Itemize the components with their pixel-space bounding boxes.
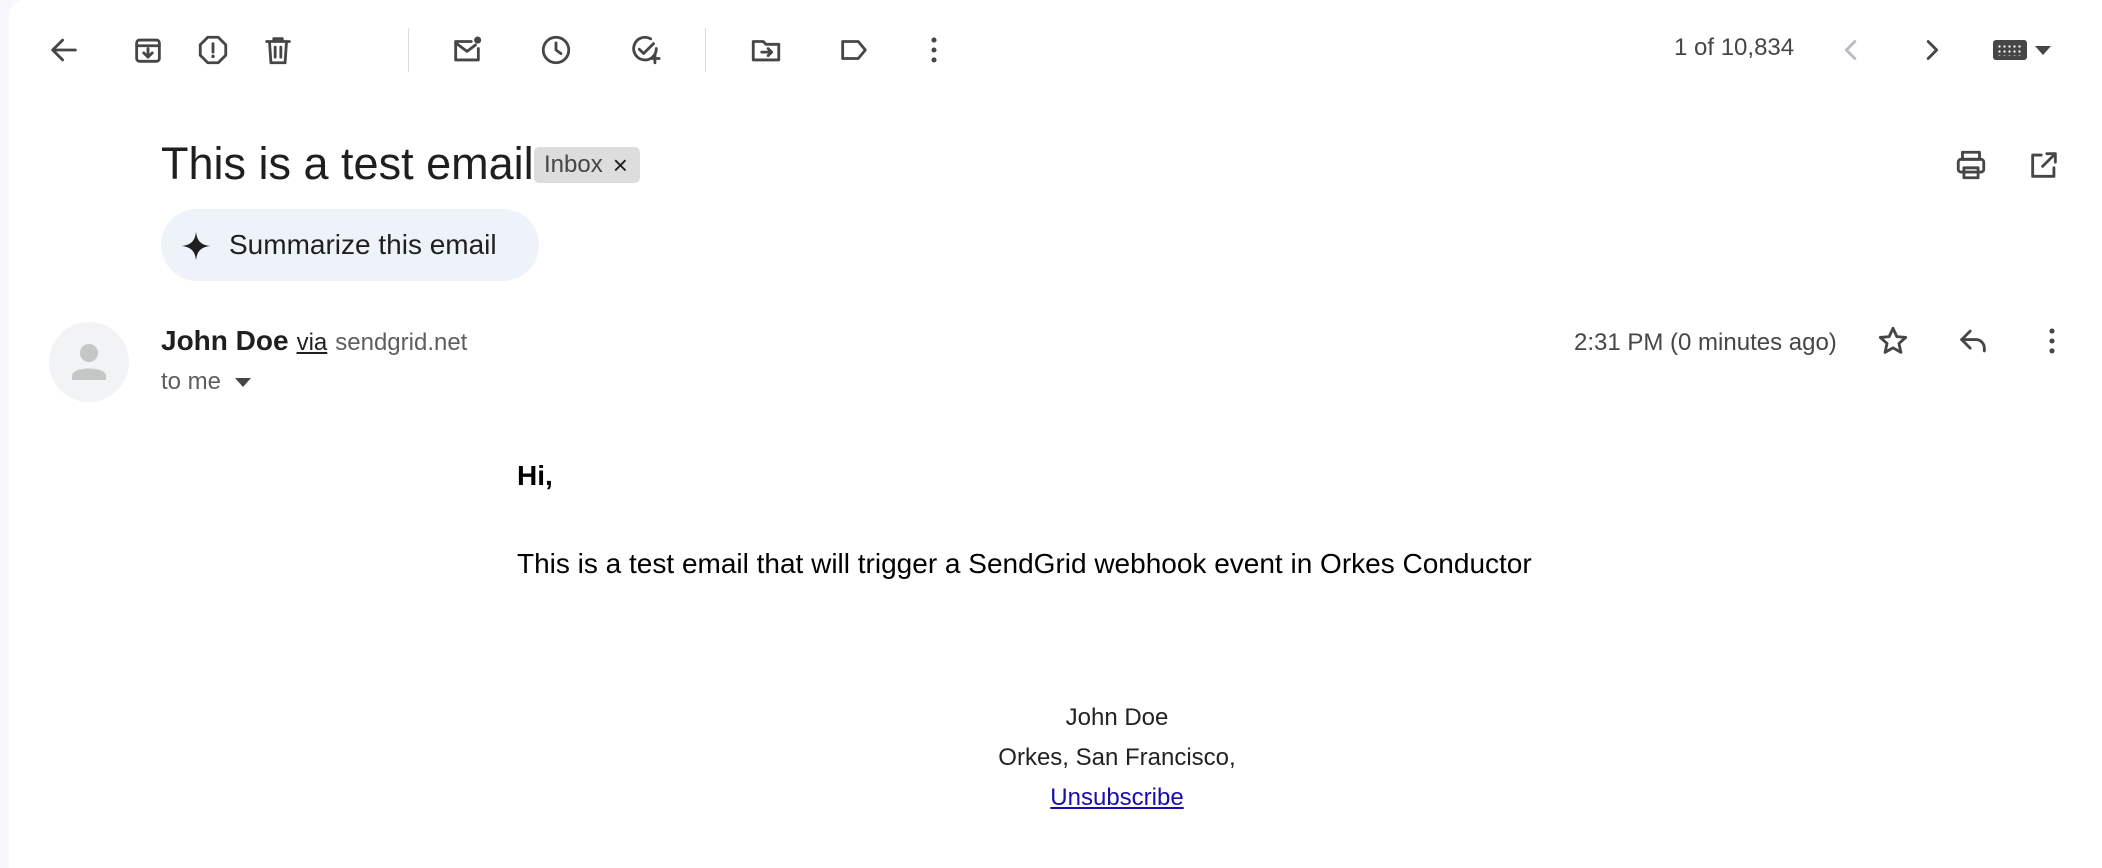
toolbar-separator — [705, 28, 706, 72]
message-view: 1 of 10,834 This is a test email Inbox ×… — [9, 0, 2102, 868]
open-in-new-window-icon[interactable] — [2014, 135, 2074, 195]
back-arrow-icon[interactable] — [34, 20, 94, 80]
remove-label-icon[interactable]: × — [613, 150, 628, 181]
mark-unread-icon[interactable] — [437, 20, 497, 80]
email-timestamp: 2:31 PM (0 minutes ago) — [1574, 329, 1837, 356]
chevron-right-icon[interactable] — [1901, 20, 1961, 80]
signature-address: Orkes, San Francisco, — [998, 744, 1236, 771]
label-icon[interactable] — [824, 20, 884, 80]
signature-name: John Doe — [1065, 704, 1169, 731]
message-counter: 1 of 10,834 — [1674, 34, 1795, 61]
unsubscribe-link[interactable]: Unsubscribe — [1050, 784, 1183, 811]
move-to-icon[interactable] — [736, 20, 796, 80]
print-icon[interactable] — [1941, 135, 2001, 195]
recipients-dropdown[interactable]: to me — [161, 368, 252, 396]
summarize-label: Summarize this email — [229, 229, 497, 260]
unsubscribe-row: Unsubscribe — [917, 784, 1317, 812]
keyboard-icon[interactable] — [1993, 30, 2061, 70]
chevron-down-icon — [2035, 45, 2051, 55]
more-vert-icon[interactable] — [904, 20, 964, 80]
recipients-label: to me — [161, 368, 222, 395]
report-spam-icon[interactable] — [183, 20, 243, 80]
star-icon[interactable] — [1863, 311, 1923, 371]
more-vert-icon[interactable] — [2022, 311, 2082, 371]
toolbar-separator — [408, 28, 409, 72]
sender-domain: sendgrid.net — [335, 329, 468, 356]
email-body-text: This is a test email that will trigger a… — [517, 548, 1532, 579]
label-chip-inbox[interactable]: Inbox × — [534, 147, 640, 183]
label-chip-text: Inbox — [544, 151, 603, 178]
sender-line: John Doe via sendgrid.net — [161, 325, 467, 357]
chevron-left-icon[interactable] — [1822, 20, 1882, 80]
via-link[interactable]: via — [297, 329, 328, 357]
person-icon — [72, 344, 106, 380]
summarize-button[interactable]: Summarize this email — [161, 209, 539, 281]
sparkle-icon — [181, 231, 211, 261]
add-task-icon[interactable] — [615, 20, 675, 80]
snooze-icon[interactable] — [526, 20, 586, 80]
delete-icon[interactable] — [248, 20, 308, 80]
reply-icon[interactable] — [1943, 311, 2003, 371]
chevron-down-icon — [235, 377, 252, 387]
sender-name[interactable]: John Doe — [161, 325, 289, 357]
avatar[interactable] — [49, 322, 129, 402]
email-subject: This is a test email — [161, 138, 534, 189]
email-greeting: Hi, — [517, 460, 553, 491]
archive-icon[interactable] — [118, 20, 178, 80]
